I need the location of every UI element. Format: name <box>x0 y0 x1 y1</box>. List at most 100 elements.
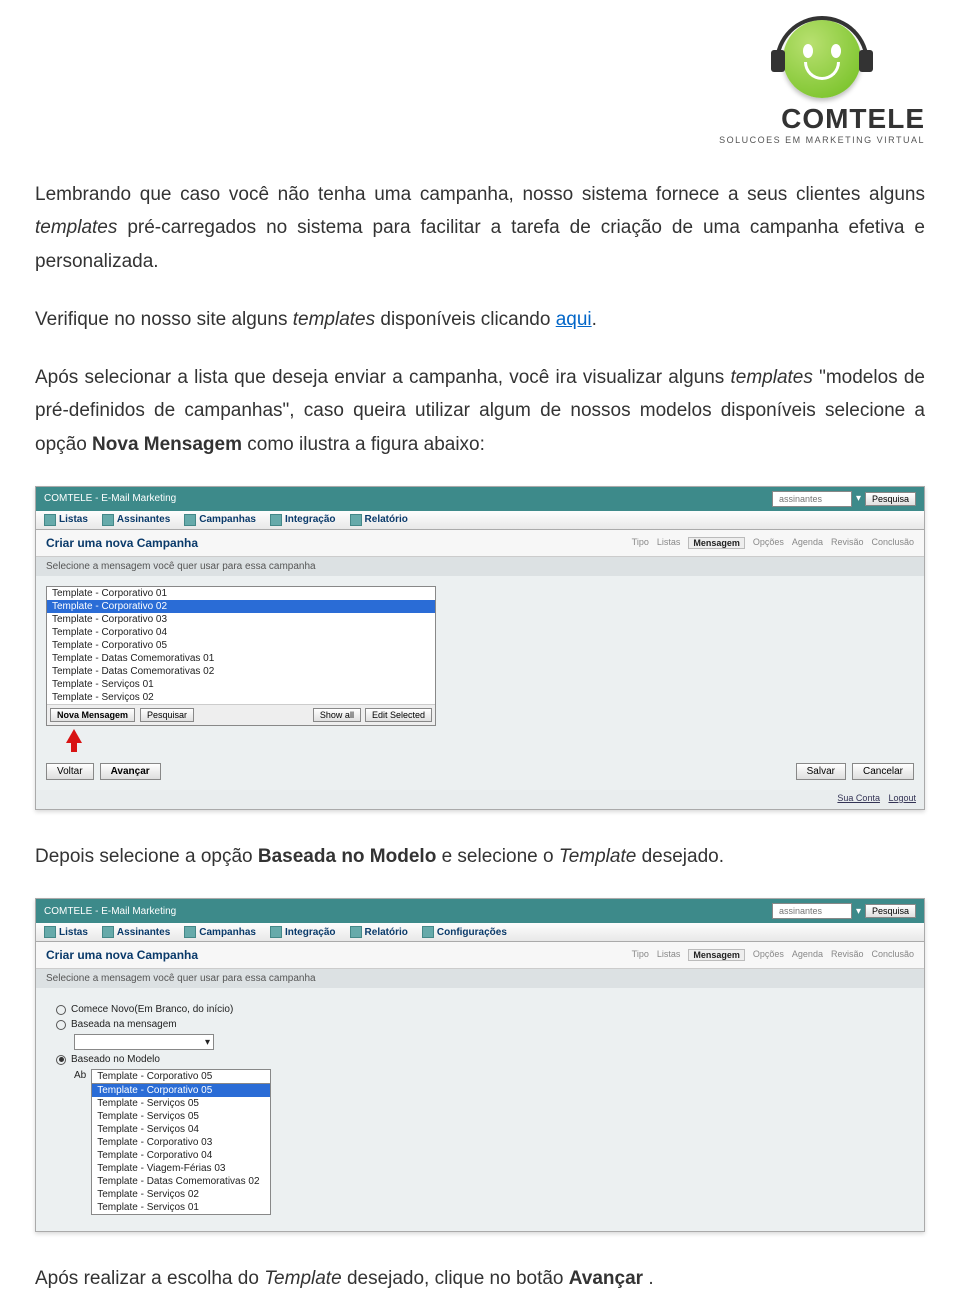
wizard-step[interactable]: Tipo <box>632 537 649 549</box>
list-item[interactable]: Template - Corporativo 05 <box>47 639 435 652</box>
app-topbar: COMTELE - E-Mail Marketing ▾ Pesquisa <box>36 487 924 511</box>
wizard-step: Opções <box>753 537 784 549</box>
menu-listas[interactable]: Listas <box>44 926 88 938</box>
text-bold: Baseada no Modelo <box>258 846 436 867</box>
menu-campanhas[interactable]: Campanhas <box>184 514 256 526</box>
page-title: Criar uma nova Campanha <box>46 536 198 550</box>
wizard-step[interactable]: Listas <box>657 537 681 549</box>
menu-listas[interactable]: Listas <box>44 514 88 526</box>
list-item[interactable]: Template - Viagem-Férias 03 <box>92 1162 270 1175</box>
salvar-button[interactable]: Salvar <box>796 763 846 780</box>
list-item[interactable]: Template - Corporativo 04 <box>92 1149 270 1162</box>
settings-icon <box>422 926 434 938</box>
list-item[interactable]: Template - Corporativo 04 <box>47 626 435 639</box>
avancar-button[interactable]: Avançar <box>100 763 161 780</box>
search-button[interactable]: Pesquisa <box>865 904 916 918</box>
main-menu: Listas Assinantes Campanhas Integração R… <box>36 511 924 530</box>
wizard-step: Agenda <box>792 949 823 961</box>
menu-relatorio[interactable]: Relatório <box>350 926 408 938</box>
cancelar-button[interactable]: Cancelar <box>852 763 914 780</box>
text-italic: Template <box>559 846 636 867</box>
logout-link[interactable]: Logout <box>888 793 916 803</box>
list-item[interactable]: Template - Serviços 02 <box>92 1188 270 1201</box>
radio-baseado-modelo[interactable] <box>56 1055 66 1065</box>
app-brand: COMTELE - E-Mail Marketing <box>44 906 176 917</box>
wizard-step: Opções <box>753 949 784 961</box>
wizard-step[interactable]: Listas <box>657 949 681 961</box>
paragraph-2: Verifique no nosso site alguns templates… <box>35 303 925 336</box>
wizard-step: Conclusão <box>871 537 914 549</box>
integration-icon <box>270 926 282 938</box>
text: Depois selecione a opção <box>35 846 258 867</box>
text: Verifique no nosso site alguns <box>35 309 293 330</box>
list-item[interactable]: Template - Serviços 02 <box>47 691 435 704</box>
campaign-icon <box>184 926 196 938</box>
list-item[interactable]: Template - Serviços 01 <box>47 678 435 691</box>
list-item[interactable]: Template - Datas Comemorativas 02 <box>47 665 435 678</box>
radio-label: Baseado no Modelo <box>71 1054 160 1065</box>
search-input[interactable] <box>772 903 852 919</box>
list-item[interactable]: Template - Serviços 04 <box>92 1123 270 1136</box>
menu-relatorio[interactable]: Relatório <box>350 514 408 526</box>
main-menu: Listas Assinantes Campanhas Integração R… <box>36 923 924 942</box>
menu-assinantes[interactable]: Assinantes <box>102 926 170 938</box>
paragraph-5: Após realizar a escolha do Template dese… <box>35 1262 925 1295</box>
menu-configuracoes[interactable]: Configurações <box>422 926 507 938</box>
list-item[interactable]: Template - Serviços 05 <box>92 1110 270 1123</box>
wizard-step-active[interactable]: Mensagem <box>688 537 745 549</box>
pesquisar-button[interactable]: Pesquisar <box>140 708 194 722</box>
wizard-step[interactable]: Tipo <box>632 949 649 961</box>
mensagem-select[interactable] <box>74 1034 214 1050</box>
text: pré-carregados no sistema para facilitar… <box>35 217 925 271</box>
text-italic: Template <box>264 1268 341 1289</box>
page-footer-links: Sua Conta Logout <box>36 790 924 809</box>
menu-campanhas[interactable]: Campanhas <box>184 926 256 938</box>
text-italic: templates <box>730 367 812 388</box>
logo-block: COMTELE SOLUCOES EM MARKETING VIRTUAL <box>35 20 925 148</box>
list-item[interactable]: Template - Serviços 01 <box>92 1201 270 1214</box>
wizard-step-active[interactable]: Mensagem <box>688 949 745 961</box>
menu-integracao[interactable]: Integração <box>270 926 336 938</box>
text: . <box>592 309 597 330</box>
list-item[interactable]: Template - Serviços 05 <box>92 1097 270 1110</box>
radio-comece-novo[interactable] <box>56 1005 66 1015</box>
edit-selected-button[interactable]: Edit Selected <box>365 708 432 722</box>
list-item[interactable]: Template - Corporativo 03 <box>47 613 435 626</box>
wizard-footer: Voltar Avançar Salvar Cancelar <box>36 753 924 790</box>
text: disponíveis clicando <box>380 309 555 330</box>
list-item[interactable]: Template - Corporativo 03 <box>92 1136 270 1149</box>
template-listbox[interactable]: Template - Corporativo 01 Template - Cor… <box>46 586 436 726</box>
list-item[interactable]: Template - Datas Comemorativas 02 <box>92 1175 270 1188</box>
app-topbar: COMTELE - E-Mail Marketing ▾ Pesquisa <box>36 899 924 923</box>
text-bold: Nova Mensagem <box>92 434 242 455</box>
integration-icon <box>270 514 282 526</box>
paragraph-1: Lembrando que caso você não tenha uma ca… <box>35 178 925 278</box>
radio-label: Baseada na mensagem <box>71 1019 177 1030</box>
sua-conta-link[interactable]: Sua Conta <box>837 793 880 803</box>
voltar-button[interactable]: Voltar <box>46 763 94 780</box>
wizard-step: Conclusão <box>871 949 914 961</box>
radio-baseada-mensagem[interactable] <box>56 1020 66 1030</box>
list-item[interactable]: Template - Datas Comemorativas 01 <box>47 652 435 665</box>
radio-group: Comece Novo(Em Branco, do início) Basead… <box>46 998 914 1221</box>
search-input[interactable] <box>772 491 852 507</box>
menu-integracao[interactable]: Integração <box>270 514 336 526</box>
text: Após realizar a escolha do <box>35 1268 264 1289</box>
text: e selecione o <box>442 846 559 867</box>
link-aqui[interactable]: aqui <box>556 309 592 330</box>
app-brand: COMTELE - E-Mail Marketing <box>44 493 176 504</box>
menu-assinantes[interactable]: Assinantes <box>102 514 170 526</box>
wizard-step: Revisão <box>831 949 864 961</box>
report-icon <box>350 514 362 526</box>
list-item-selected[interactable]: Template - Corporativo 02 <box>47 600 435 613</box>
people-icon <box>102 514 114 526</box>
modelo-dropdown[interactable]: Template - Corporativo 05 Template - Cor… <box>91 1069 271 1215</box>
list-item[interactable]: Template - Corporativo 01 <box>47 587 435 600</box>
dropdown-selected[interactable]: Template - Corporativo 05 <box>92 1070 270 1084</box>
red-arrow-icon <box>66 729 82 743</box>
list-item-selected[interactable]: Template - Corporativo 05 <box>92 1084 270 1097</box>
paragraph-4: Depois selecione a opção Baseada no Mode… <box>35 840 925 873</box>
show-all-button[interactable]: Show all <box>313 708 361 722</box>
nova-mensagem-button[interactable]: Nova Mensagem <box>50 708 135 722</box>
search-button[interactable]: Pesquisa <box>865 492 916 506</box>
